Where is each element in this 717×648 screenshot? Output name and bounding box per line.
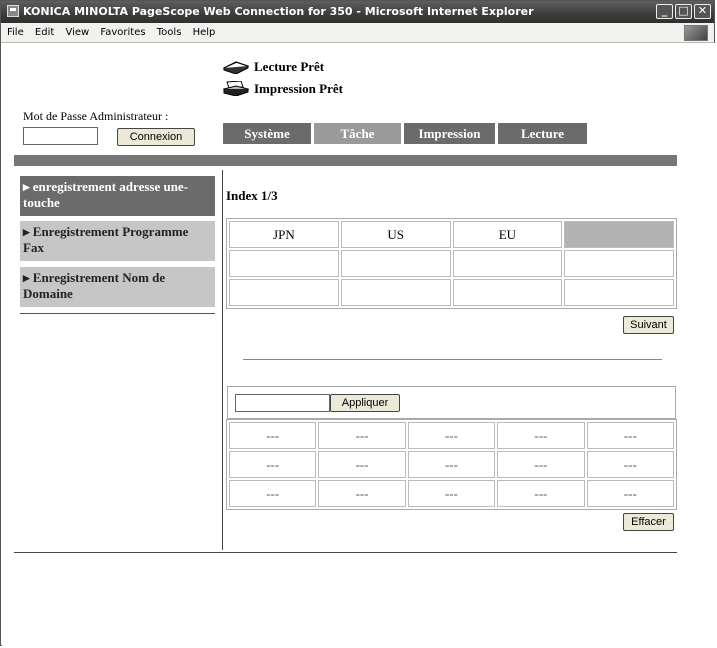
menu-tools[interactable]: Tools [157, 23, 182, 42]
scan-status-label: Lecture Prêt [254, 59, 325, 74]
result-cell[interactable]: --- [229, 422, 317, 449]
result-cell[interactable]: --- [497, 480, 585, 507]
minimize-icon[interactable]: _ [656, 4, 673, 19]
result-cell[interactable]: --- [586, 422, 674, 449]
result-cell[interactable]: --- [318, 422, 406, 449]
result-cell[interactable]: --- [586, 480, 674, 507]
index-tab-jpn[interactable]: JPN [229, 221, 339, 248]
print-status-label: Impression Prêt [254, 81, 343, 96]
sidebar-item-domain-name[interactable]: ▸ Enregistrement Nom de Domaine [20, 267, 215, 307]
index-table: JPN US EU [226, 218, 677, 309]
tab-impression[interactable]: Impression [404, 123, 495, 144]
arrow-right-icon: ▸ [23, 270, 33, 285]
index-cell[interactable] [564, 250, 674, 277]
sidebar-item-fax-program[interactable]: ▸ Enregistrement Programme Fax [20, 221, 215, 261]
index-cell[interactable] [564, 279, 674, 306]
index-cell[interactable] [452, 279, 563, 306]
sidebar-item-label: Enregistrement Programme Fax [23, 224, 189, 255]
index-tab-us[interactable]: US [340, 221, 451, 248]
menu-favorites[interactable]: Favorites [100, 23, 145, 42]
maximize-icon[interactable]: □ [675, 4, 692, 19]
menu-edit[interactable]: Edit [35, 23, 54, 42]
index-label: Index 1/3 [226, 188, 278, 203]
result-cell[interactable]: --- [407, 480, 496, 507]
result-cell[interactable]: --- [407, 451, 496, 478]
index-cell[interactable] [229, 279, 339, 306]
vertical-divider [222, 170, 223, 550]
browser-window: KONICA MINOLTA PageScope Web Connection … [0, 0, 715, 646]
clear-button[interactable]: Effacer [623, 513, 674, 531]
tab-tache[interactable]: Tâche [314, 123, 401, 144]
apply-input[interactable] [235, 394, 330, 412]
arrow-right-icon: ▸ [23, 179, 33, 194]
header-divider-bar [14, 155, 677, 166]
sidebar-item-label: Enregistrement Nom de Domaine [23, 270, 166, 301]
title-bar: KONICA MINOLTA PageScope Web Connection … [1, 1, 714, 23]
menu-view[interactable]: View [65, 23, 89, 42]
scanner-icon [223, 61, 249, 74]
menu-bar: File Edit View Favorites Tools Help [1, 23, 714, 43]
admin-password-label: Mot de Passe Administrateur : [23, 109, 169, 123]
result-cell[interactable]: --- [407, 422, 496, 449]
index-tab-selected[interactable] [564, 221, 674, 248]
arrow-right-icon: ▸ [23, 224, 33, 239]
index-tab-eu[interactable]: EU [452, 221, 563, 248]
results-table: --- --- --- --- --- --- --- --- --- --- … [226, 419, 677, 510]
menu-help[interactable]: Help [193, 23, 216, 42]
apply-row: Appliquer [227, 386, 676, 419]
window-title: KONICA MINOLTA PageScope Web Connection … [23, 5, 534, 18]
next-button[interactable]: Suivant [623, 316, 674, 334]
ie-app-icon [7, 5, 19, 17]
index-cell[interactable] [340, 250, 451, 277]
section-divider [243, 359, 662, 360]
footer-divider [14, 552, 677, 553]
result-cell[interactable]: --- [229, 451, 317, 478]
index-cell[interactable] [452, 250, 563, 277]
result-cell[interactable]: --- [586, 451, 674, 478]
index-cell[interactable] [340, 279, 451, 306]
close-icon[interactable]: ✕ [694, 4, 711, 19]
sidebar-separator [20, 313, 215, 314]
admin-password-input[interactable] [23, 127, 98, 145]
index-cell[interactable] [229, 250, 339, 277]
tab-systeme[interactable]: Système [223, 123, 311, 144]
windows-logo-icon [684, 25, 708, 41]
page-content: Lecture Prêt Impression Prêt Mot de Pass… [2, 43, 715, 646]
apply-button[interactable]: Appliquer [330, 394, 400, 412]
result-cell[interactable]: --- [229, 480, 317, 507]
sidebar-item-one-touch[interactable]: ▸ enregistrement adresse une-touche [20, 176, 215, 216]
result-cell[interactable]: --- [497, 451, 585, 478]
result-cell[interactable]: --- [318, 480, 406, 507]
sidebar-item-label: enregistrement adresse une-touche [23, 179, 189, 210]
result-cell[interactable]: --- [318, 451, 406, 478]
tab-lecture[interactable]: Lecture [498, 123, 587, 144]
login-button[interactable]: Connexion [117, 128, 195, 146]
printer-icon [223, 81, 249, 96]
result-cell[interactable]: --- [497, 422, 585, 449]
menu-file[interactable]: File [7, 23, 24, 42]
